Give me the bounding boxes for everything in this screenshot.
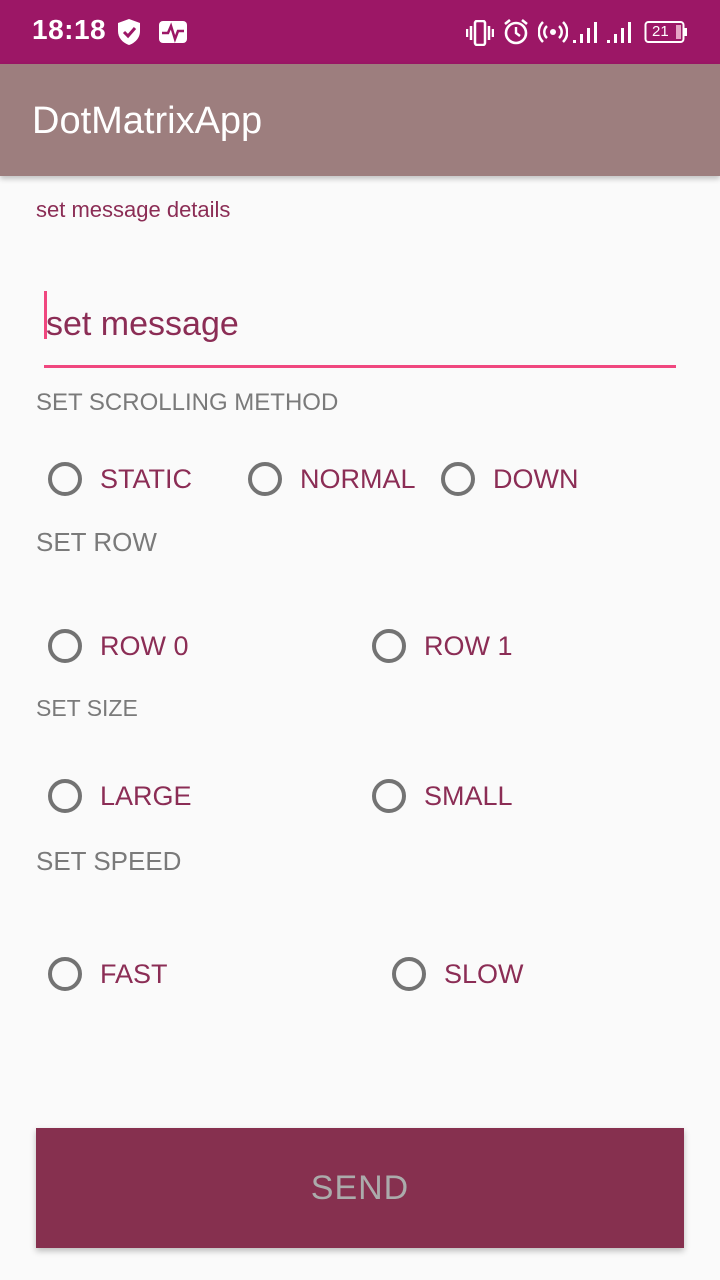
radio-circle[interactable]: [48, 957, 82, 991]
radio-fast[interactable]: FAST: [34, 957, 168, 991]
status-time: 18:18: [32, 14, 107, 45]
shield-check-icon: [116, 18, 142, 51]
message-details-label: set message details: [36, 197, 231, 222]
size-title: SET SIZE: [36, 695, 138, 721]
scrolling-method-title: SET SCROLLING METHOD: [36, 389, 339, 416]
radio-row-1-label: ROW 1: [424, 630, 513, 661]
radio-normal-label: NORMAL: [300, 463, 416, 494]
radio-circle[interactable]: [48, 462, 82, 496]
radio-circle[interactable]: [372, 779, 406, 813]
radio-circle[interactable]: [248, 462, 282, 496]
radio-large[interactable]: LARGE: [34, 779, 192, 813]
text-cursor: [44, 291, 47, 339]
radio-slow[interactable]: SLOW: [378, 957, 524, 991]
radio-circle[interactable]: [372, 629, 406, 663]
status-bar: 18:18 21: [0, 0, 720, 64]
radio-large-label: LARGE: [100, 780, 192, 811]
row-title: SET ROW: [36, 527, 157, 557]
battery-icon: 21: [644, 20, 688, 44]
radio-static-label: STATIC: [100, 463, 192, 494]
radio-down[interactable]: DOWN: [427, 462, 578, 496]
signal-icon: [606, 20, 636, 49]
app-bar: DotMatrixApp: [0, 64, 720, 176]
radio-row-0[interactable]: ROW 0: [34, 629, 189, 663]
radio-circle[interactable]: [48, 779, 82, 813]
app-title: DotMatrixApp: [32, 100, 263, 142]
radio-row-0-label: ROW 0: [100, 630, 189, 661]
radio-circle[interactable]: [441, 462, 475, 496]
alarm-icon: [502, 18, 530, 51]
radio-static[interactable]: STATIC: [34, 462, 192, 496]
hotspot-icon: [537, 20, 569, 49]
radio-slow-label: SLOW: [444, 958, 524, 989]
radio-normal[interactable]: NORMAL: [234, 462, 416, 496]
radio-down-label: DOWN: [493, 463, 579, 494]
signal-icon: [572, 20, 602, 49]
vibrate-icon: [465, 19, 495, 51]
activity-icon: [158, 20, 188, 49]
battery-level: 21: [652, 23, 669, 40]
send-button[interactable]: SEND: [36, 1128, 684, 1248]
radio-small-label: SMALL: [424, 780, 513, 811]
speed-title: SET SPEED: [36, 846, 182, 876]
radio-row-1[interactable]: ROW 1: [358, 629, 513, 663]
radio-circle[interactable]: [392, 957, 426, 991]
radio-small[interactable]: SMALL: [358, 779, 513, 813]
radio-circle[interactable]: [48, 629, 82, 663]
radio-fast-label: FAST: [100, 958, 168, 989]
message-input[interactable]: [44, 290, 676, 368]
